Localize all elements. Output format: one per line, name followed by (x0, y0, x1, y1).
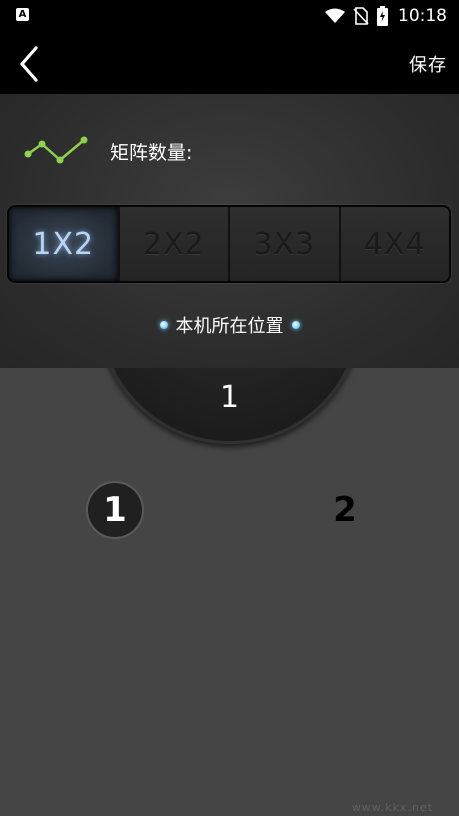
battery-charging-icon (377, 6, 388, 26)
device-location-text: 本机所在位置 (175, 316, 284, 337)
screen-position-1[interactable]: 1 (86, 481, 144, 539)
matrix-option-2x2[interactable]: 2X2 (117, 207, 228, 281)
status-icons: 10:18 (325, 5, 447, 27)
screen-position-2[interactable]: 2 (316, 481, 374, 539)
chevron-left-icon (20, 46, 38, 82)
status-bar: A 10:18 (0, 0, 459, 32)
app-notification-icon: A (16, 8, 29, 21)
matrix-option-4x4[interactable]: 4X4 (338, 207, 449, 281)
right-dot-icon (291, 321, 300, 329)
wifi-icon (325, 8, 345, 23)
current-position-number: 1 (219, 380, 240, 415)
status-time: 10:18 (398, 6, 447, 26)
matrix-option-1x2[interactable]: 1X2 (9, 207, 118, 281)
matrix-graph-icon (24, 136, 88, 164)
screen-layout-area: 1 1 2 www.kkx.net (0, 368, 459, 816)
app-bar: 保存 (0, 32, 459, 94)
matrix-count-label: 矩阵数量: (110, 142, 193, 164)
matrix-size-selector: 1X2 2X2 3X3 4X4 (7, 205, 451, 283)
matrix-panel: 矩阵数量: 1X2 2X2 3X3 4X4 本机所在位置 (0, 94, 459, 368)
matrix-option-3x3[interactable]: 3X3 (228, 207, 339, 281)
no-sim-icon (353, 7, 369, 25)
back-button[interactable] (14, 46, 48, 82)
device-location-label: 本机所在位置 (0, 312, 459, 338)
watermark: www.kkx.net (351, 801, 433, 814)
left-dot-icon (159, 321, 168, 329)
save-button[interactable]: 保存 (409, 51, 447, 77)
